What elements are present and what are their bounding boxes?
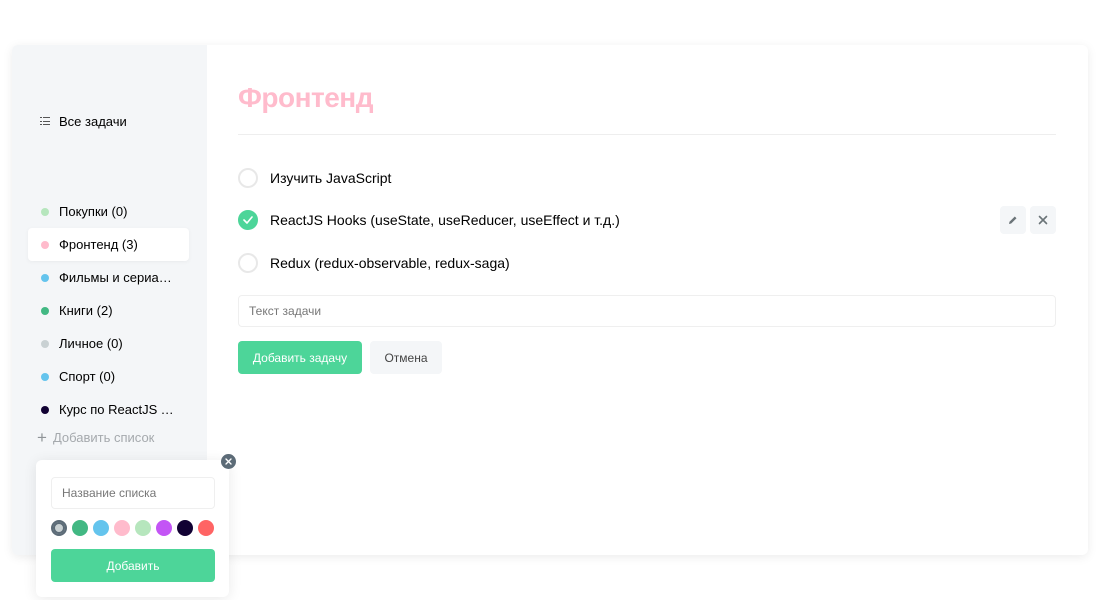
- title-divider: [238, 134, 1056, 135]
- sidebar-item-label: Покупки (0): [59, 204, 128, 219]
- sidebar-item-label: Спорт (0): [59, 369, 116, 384]
- add-list-popup: Добавить: [36, 460, 229, 597]
- list-color-dot: [41, 240, 49, 249]
- color-swatch[interactable]: [93, 520, 109, 536]
- delete-task-button[interactable]: [1030, 206, 1056, 234]
- add-list-button[interactable]: + Добавить список: [37, 429, 154, 446]
- task-actions: [1000, 206, 1056, 234]
- task-checkbox[interactable]: [238, 210, 258, 230]
- popup-close-button[interactable]: [221, 454, 236, 469]
- sidebar-item-label: Книги (2): [59, 303, 113, 318]
- color-swatch[interactable]: [51, 520, 67, 536]
- sidebar-item-label: Курс по ReactJS To...: [59, 402, 179, 417]
- task-text: Изучить JavaScript: [270, 170, 392, 186]
- check-icon: [243, 216, 253, 224]
- color-swatch[interactable]: [177, 520, 193, 536]
- all-tasks-label: Все задачи: [59, 113, 127, 129]
- color-swatch[interactable]: [72, 520, 88, 536]
- page-title: Фронтенд: [238, 82, 374, 113]
- close-icon: [1038, 215, 1048, 225]
- sidebar-item-all-tasks[interactable]: Все задачи: [28, 105, 189, 137]
- task-item: ReactJS Hooks (useState, useReducer, use…: [238, 205, 1056, 235]
- task-text: Redux (redux-observable, redux-saga): [270, 255, 510, 271]
- sidebar-item-label: Фильмы и сериалы...: [59, 270, 179, 285]
- sidebar-item-list[interactable]: Курс по ReactJS To...: [28, 393, 189, 426]
- sidebar-item-list[interactable]: Книги (2): [28, 294, 189, 327]
- list-color-dot: [41, 306, 49, 315]
- task-text: ReactJS Hooks (useState, useReducer, use…: [270, 212, 620, 228]
- task-checkbox[interactable]: [238, 253, 258, 273]
- color-picker: [51, 520, 214, 536]
- sidebar-item-list[interactable]: Фильмы и сериалы...: [28, 261, 189, 294]
- close-icon: [225, 458, 232, 465]
- plus-icon: +: [37, 428, 47, 447]
- sidebar-item-list[interactable]: Личное (0): [28, 327, 189, 360]
- task-checkbox[interactable]: [238, 168, 258, 188]
- color-swatch[interactable]: [135, 520, 151, 536]
- task-item: Redux (redux-observable, redux-saga): [238, 248, 1056, 278]
- tasks-panel: Фронтенд Изучить JavaScript ReactJS Hook…: [207, 45, 1088, 555]
- list-icon: [40, 117, 50, 126]
- color-swatch[interactable]: [114, 520, 130, 536]
- sidebar-item-list[interactable]: Спорт (0): [28, 360, 189, 393]
- task-item: Изучить JavaScript: [238, 163, 1056, 193]
- sidebar-item-label: Личное (0): [59, 336, 123, 351]
- list-color-dot: [41, 372, 49, 381]
- color-swatch[interactable]: [198, 520, 214, 536]
- list-color-dot: [41, 207, 49, 216]
- color-swatch[interactable]: [156, 520, 172, 536]
- sidebar-item-label: Фронтенд (3): [59, 237, 138, 252]
- sidebar-item-list[interactable]: Фронтенд (3): [28, 228, 189, 261]
- lists-container: Покупки (0) Фронтенд (3) Фильмы и сериал…: [28, 195, 189, 426]
- list-color-dot: [41, 339, 49, 348]
- list-name-input[interactable]: [51, 477, 215, 509]
- pencil-icon: [1009, 216, 1017, 224]
- edit-task-button[interactable]: [1000, 206, 1026, 234]
- add-list-submit-button[interactable]: Добавить: [51, 549, 215, 582]
- add-task-button[interactable]: Добавить задачу: [238, 341, 362, 374]
- task-text-input[interactable]: [238, 295, 1056, 327]
- list-color-dot: [41, 405, 49, 414]
- list-color-dot: [41, 273, 49, 282]
- cancel-button[interactable]: Отмена: [370, 341, 442, 374]
- add-list-label: Добавить список: [52, 430, 155, 445]
- sidebar-item-list[interactable]: Покупки (0): [28, 195, 189, 228]
